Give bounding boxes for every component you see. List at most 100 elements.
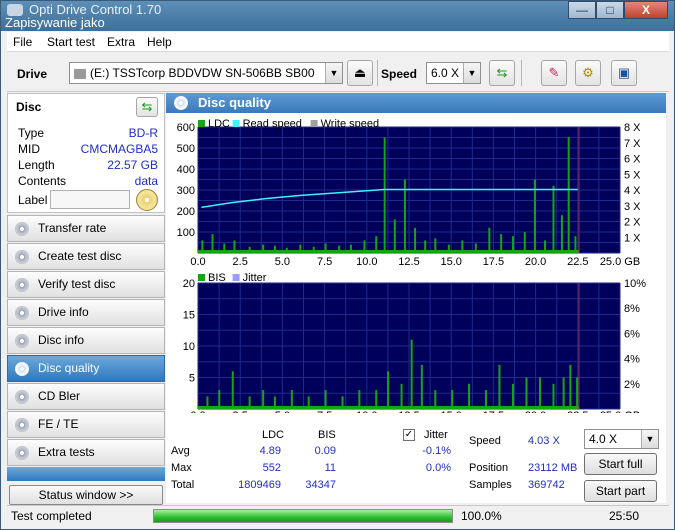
status-window-button[interactable]: Status window >> [9,485,163,505]
bis-y2-tick-label: 2% [624,379,640,391]
bis-legend-swatch [198,274,205,281]
save-button[interactable]: ▣ [611,60,637,86]
ldc-x-tick-label: 10.0 [356,256,377,268]
erase-button[interactable]: ✎ [541,60,567,86]
ldc-y2-tick-label: 8 X [624,122,641,134]
ldc-bar [383,137,386,253]
ldc-legend-swatch [232,120,240,127]
speed-select-value: 6.0 X [431,66,460,80]
progress-fill [154,510,452,522]
bis-y2-tick-label: 10% [624,278,646,290]
ldc-bar [533,179,536,253]
menu-start-test[interactable]: Start test [47,35,95,49]
toolbar-separator [521,60,522,86]
menu-extra[interactable]: Extra [107,35,135,49]
stats-jitter-header: Jitter [424,429,448,441]
ldc-y2-tick-label: 4 X [624,185,641,197]
speed-label: Speed [381,67,418,81]
ldc-x-tick-label: 0.0 [190,256,205,268]
nav-label: Verify test disc [38,277,116,291]
start-part-button[interactable]: Start part [584,480,657,502]
stats-avg-jitter: -0.1% [422,445,451,457]
jitter-checkbox[interactable]: ✓ [403,429,415,441]
nav-disc-quality[interactable]: Disc quality [7,355,165,382]
nav-create-test-disc[interactable]: Create test disc [7,243,165,270]
settings-button[interactable]: ⚙ [575,60,601,86]
ldc-x-tick-label: 20.0 [525,256,546,268]
nav-label: Create test disc [38,249,122,263]
drive-select-value: (E:) TSSTcorp BDDVDW SN-506BB SB00 [90,66,315,80]
nav-disc-info[interactable]: Disc info [7,327,165,354]
stats-bis-header: BIS [318,429,336,441]
ldc-legend-label: LDC [208,118,230,130]
bis-bar [231,371,234,409]
ldc-baseline-band [198,250,579,253]
drive-select[interactable]: (E:) TSSTcorp BDDVDW SN-506BB SB00 ▼ [69,62,343,84]
ldc-bar [414,227,417,253]
disc-mid-key: MID [18,142,40,156]
ldc-legend-swatch [310,120,318,127]
refresh-icon: ⇆ [141,99,153,114]
ldc-y2-tick-label: 6 X [624,154,641,166]
ldc-x-tick-label: 5.0 [275,256,290,268]
test-speed-value: 4.0 X [589,432,618,446]
disc-type-key: Type [18,126,45,140]
nav-verify-test-disc[interactable]: Verify test disc [7,271,165,298]
position-label: Position [469,462,509,474]
menu-help[interactable]: Help [147,35,172,49]
ldc-x-tick-label: 22.5 [567,256,588,268]
nav-extra-tests[interactable]: Extra tests [7,439,165,466]
ldc-y-tick-label: 500 [177,143,195,155]
nav-label: Drive info [38,305,89,319]
stats-total-label: Total [171,479,195,491]
nav-transfer-rate[interactable]: Transfer rate [7,215,165,242]
position-value: 23112 MB [528,462,578,474]
disc-icon[interactable] [136,189,158,211]
ldc-y2-tick-label: 1 X [624,232,641,244]
nav-fe-te[interactable]: FE / TE [7,411,165,438]
refresh-disc-button[interactable]: ⇆ [136,97,158,117]
stats-max-label: Max [171,462,192,474]
eject-button[interactable]: ⏏ [347,60,373,86]
status-text: Test completed [11,509,92,523]
start-full-button[interactable]: Start full [584,453,657,475]
ldc-bar [403,179,406,253]
bis-legend-label: BIS [208,272,226,284]
bis-bar [468,383,471,409]
refresh-speed-button[interactable]: ⇆ [489,60,515,86]
stats-ldc-header: LDC [262,429,285,441]
ldc-bar [560,215,563,253]
disc-icon [15,418,29,432]
speed-stat-value: 4.03 X [528,435,560,447]
toolbar: Drive (E:) TSSTcorp BDDVDW SN-506BB SB00… [7,55,669,92]
menu-file[interactable]: File [13,35,32,49]
disc-icon [15,446,29,460]
ldc-x-tick-label: 12.5 [398,256,419,268]
disc-icon [15,250,29,264]
test-speed-select[interactable]: 4.0 X ▼ [584,429,659,449]
main-panel: Disc quality LDC Read speed Write speed 600… [166,93,666,503]
ldc-x-tick-label: 15.0 [440,256,461,268]
bis-bar [576,377,579,409]
close-button[interactable]: X [624,1,668,19]
disc-icon [15,278,29,292]
ldc-legend-label: Write speed [321,118,380,130]
nav-drive-info[interactable]: Drive info [7,299,165,326]
ldc-y-tick-label: 400 [177,164,195,176]
eject-icon: ⏏ [353,65,367,80]
ldc-x-tick-label: 7.5 [317,256,332,268]
nav-cd-bler[interactable]: CD Bler [7,383,165,410]
disc-icon [15,222,29,236]
stats-panel: LDC BIS ✓ Jitter Avg 4.89 0.09 -0.1% Max… [166,413,666,503]
minimize-button[interactable]: — [568,1,596,19]
speed-select[interactable]: 6.0 X ▼ [426,62,481,84]
ldc-bar [567,137,570,253]
ldc-legend-label: Read speed [243,118,302,130]
maximize-button[interactable]: □ [596,1,624,19]
bis-bar [511,383,514,409]
bis-y2-tick-label: 8% [624,303,640,315]
disc-label-input[interactable] [50,190,130,209]
stats-total-bis: 34347 [305,479,336,491]
nav-label: Disc info [38,333,85,347]
nav-label: FE / TE [38,417,79,431]
